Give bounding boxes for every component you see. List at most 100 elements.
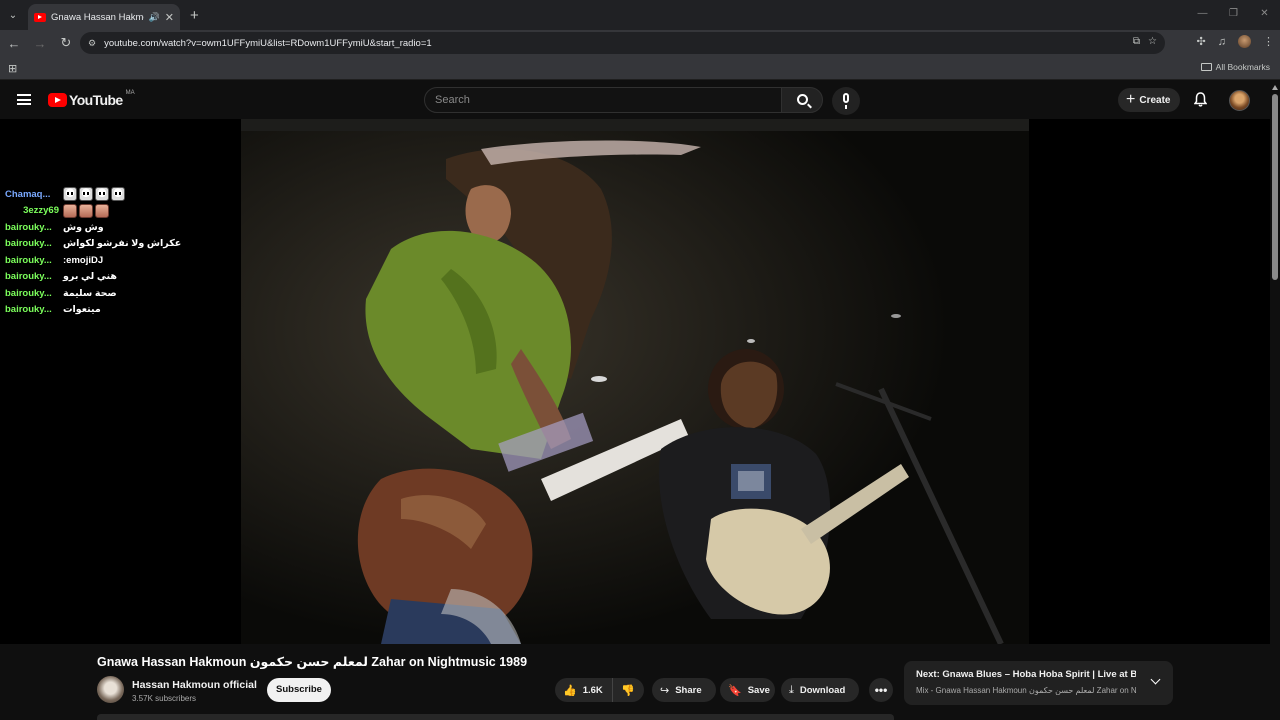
close-tab-icon[interactable]: ✕	[165, 11, 174, 24]
chat-text: :emojiDJ	[63, 254, 104, 266]
chat-text: ميتعوات	[63, 304, 101, 316]
address-bar[interactable]: ⚙ youtube.com/watch?v=owm1UFFymiU&list=R…	[80, 32, 1165, 54]
plus-icon: +	[1126, 91, 1136, 108]
thumbs-down-icon: 👎	[621, 684, 635, 697]
search-button[interactable]	[781, 87, 823, 113]
like-dislike-group: 👍 1.6K 👎	[555, 678, 644, 702]
youtube-header: YouTube MA Search + Create	[0, 81, 1280, 119]
video-frame	[241, 119, 1029, 644]
tab-title: Gnawa Hassan Hakmoun	[51, 11, 144, 23]
create-button[interactable]: + Create	[1118, 88, 1180, 112]
microphone-icon	[843, 93, 849, 109]
new-tab-button[interactable]: +	[190, 7, 199, 24]
chat-message: bairouky... :emojiDJ	[5, 252, 181, 269]
description-box-edge[interactable]	[97, 714, 894, 720]
youtube-play-icon	[48, 93, 67, 107]
chat-username: bairouky...	[5, 287, 52, 299]
face-emote-icon	[79, 203, 93, 218]
search-icon	[797, 94, 808, 105]
subscribe-button[interactable]: Subscribe	[267, 678, 331, 702]
minimize-icon[interactable]: —	[1187, 0, 1218, 30]
share-label: Share	[675, 684, 702, 696]
forward-arrow-icon[interactable]: →	[28, 36, 52, 51]
chat-text: وش وش	[63, 221, 104, 233]
chevron-down-icon[interactable]	[1150, 674, 1161, 685]
menu-icon[interactable]	[17, 94, 31, 105]
browser-menu-icon[interactable]: ⋮	[1263, 35, 1274, 48]
skull-emote-icon	[111, 187, 125, 202]
chat-username: Chamaq...	[5, 188, 51, 200]
video-player[interactable]: Chamaq... 3ezzy69 bairouky... وش وش bair…	[0, 119, 1270, 644]
save-playlist-icon: 🔖	[728, 684, 742, 697]
share-arrow-icon: ↪	[660, 684, 670, 697]
like-count: 1.6K	[582, 684, 603, 696]
chat-username: bairouky...	[5, 254, 52, 266]
subscriber-count: 3.57K subscribers	[132, 694, 197, 703]
download-button[interactable]: ⤓ Download	[781, 678, 859, 702]
browser-toolbar: ← → ↻ ⚙ youtube.com/watch?v=owm1UFFymiU&…	[0, 30, 1280, 56]
chat-username: 3ezzy69	[23, 205, 59, 217]
more-dots-icon: •••	[874, 683, 888, 697]
more-actions-button[interactable]: •••	[869, 678, 893, 702]
chat-text: صحة سليمة	[63, 287, 117, 299]
scrollbar-thumb[interactable]	[1272, 94, 1278, 280]
media-control-icon[interactable]: ♫	[1218, 36, 1226, 48]
video-still-illustration	[241, 119, 1029, 644]
face-emote-icon	[95, 203, 109, 218]
save-button[interactable]: 🔖 Save	[720, 678, 775, 702]
chat-message: 3ezzy69	[5, 203, 181, 220]
share-button[interactable]: ↪ Share	[652, 678, 716, 702]
site-info-icon[interactable]: ⚙	[88, 38, 96, 49]
channel-name[interactable]: Hassan Hakmoun official	[132, 679, 257, 691]
chat-message: bairouky... وش وش	[5, 219, 181, 236]
up-next-card[interactable]: Next: Gnawa Blues – Hoba Hoba Spirit | L…	[904, 661, 1173, 705]
next-video-title: Next: Gnawa Blues – Hoba Hoba Spirit | L…	[916, 669, 1136, 680]
scroll-up-arrow-icon[interactable]	[1272, 85, 1278, 90]
chat-username: bairouky...	[5, 271, 52, 283]
tab-search-chevron-icon[interactable]: ⌄	[0, 0, 26, 30]
apps-grid-icon[interactable]: ⊞	[8, 62, 17, 75]
back-arrow-icon[interactable]: ←	[2, 36, 26, 51]
speaker-icon[interactable]: 🔊	[149, 12, 160, 23]
youtube-favicon-icon	[34, 12, 46, 22]
thumbs-up-icon: 👍	[563, 684, 577, 697]
install-app-icon[interactable]: ⧉	[1133, 36, 1140, 47]
chat-emotes	[63, 203, 111, 218]
like-button[interactable]: 👍 1.6K	[555, 678, 613, 702]
restore-icon[interactable]: ❐	[1218, 0, 1249, 30]
chat-message: bairouky... صحة سليمة	[5, 285, 181, 302]
chat-username: bairouky...	[5, 221, 52, 233]
dislike-button[interactable]: 👎	[613, 684, 643, 697]
browser-profile-avatar[interactable]	[1238, 35, 1251, 48]
reload-icon[interactable]: ↻	[54, 35, 78, 51]
page-scrollbar[interactable]	[1270, 81, 1280, 720]
all-bookmarks-label: All Bookmarks	[1215, 62, 1270, 72]
chat-message: bairouky... ميتعوات	[5, 302, 181, 319]
bookmarks-bar: ⊞ All Bookmarks	[0, 56, 1280, 80]
account-avatar[interactable]	[1229, 90, 1250, 111]
channel-avatar[interactable]	[97, 676, 124, 703]
window-controls: — ❐ ✕	[1187, 0, 1280, 30]
face-emote-icon	[63, 203, 77, 218]
chat-username: bairouky...	[5, 304, 52, 316]
all-bookmarks-button[interactable]: All Bookmarks	[1200, 62, 1270, 72]
country-code: MA	[125, 90, 135, 96]
voice-search-button[interactable]	[832, 87, 860, 115]
create-label: Create	[1139, 94, 1171, 106]
url-text: youtube.com/watch?v=owm1UFFymiU&list=RDo…	[104, 37, 432, 49]
extensions-icon[interactable]: ✣	[1197, 35, 1206, 48]
browser-tab-active[interactable]: Gnawa Hassan Hakmoun 🔊 ✕	[28, 4, 180, 30]
youtube-logo[interactable]: YouTube MA	[48, 90, 135, 108]
notifications-bell-icon[interactable]	[1194, 92, 1207, 107]
save-label: Save	[747, 684, 770, 696]
close-window-icon[interactable]: ✕	[1249, 0, 1280, 30]
logo-text: YouTube	[69, 92, 123, 108]
chat-overlay: Chamaq... 3ezzy69 bairouky... وش وش bair…	[5, 186, 181, 318]
search-input[interactable]: Search	[424, 87, 782, 113]
chat-text: عكراش ولا نفرشو لكواش	[63, 238, 182, 250]
download-label: Download	[799, 684, 846, 696]
browser-tab-strip: ⌄ Gnawa Hassan Hakmoun 🔊 ✕ + — ❐ ✕	[0, 0, 1280, 30]
chat-text: هني لي برو	[63, 271, 117, 283]
skull-emote-icon	[79, 187, 93, 202]
bookmark-star-icon[interactable]: ☆	[1148, 36, 1157, 47]
